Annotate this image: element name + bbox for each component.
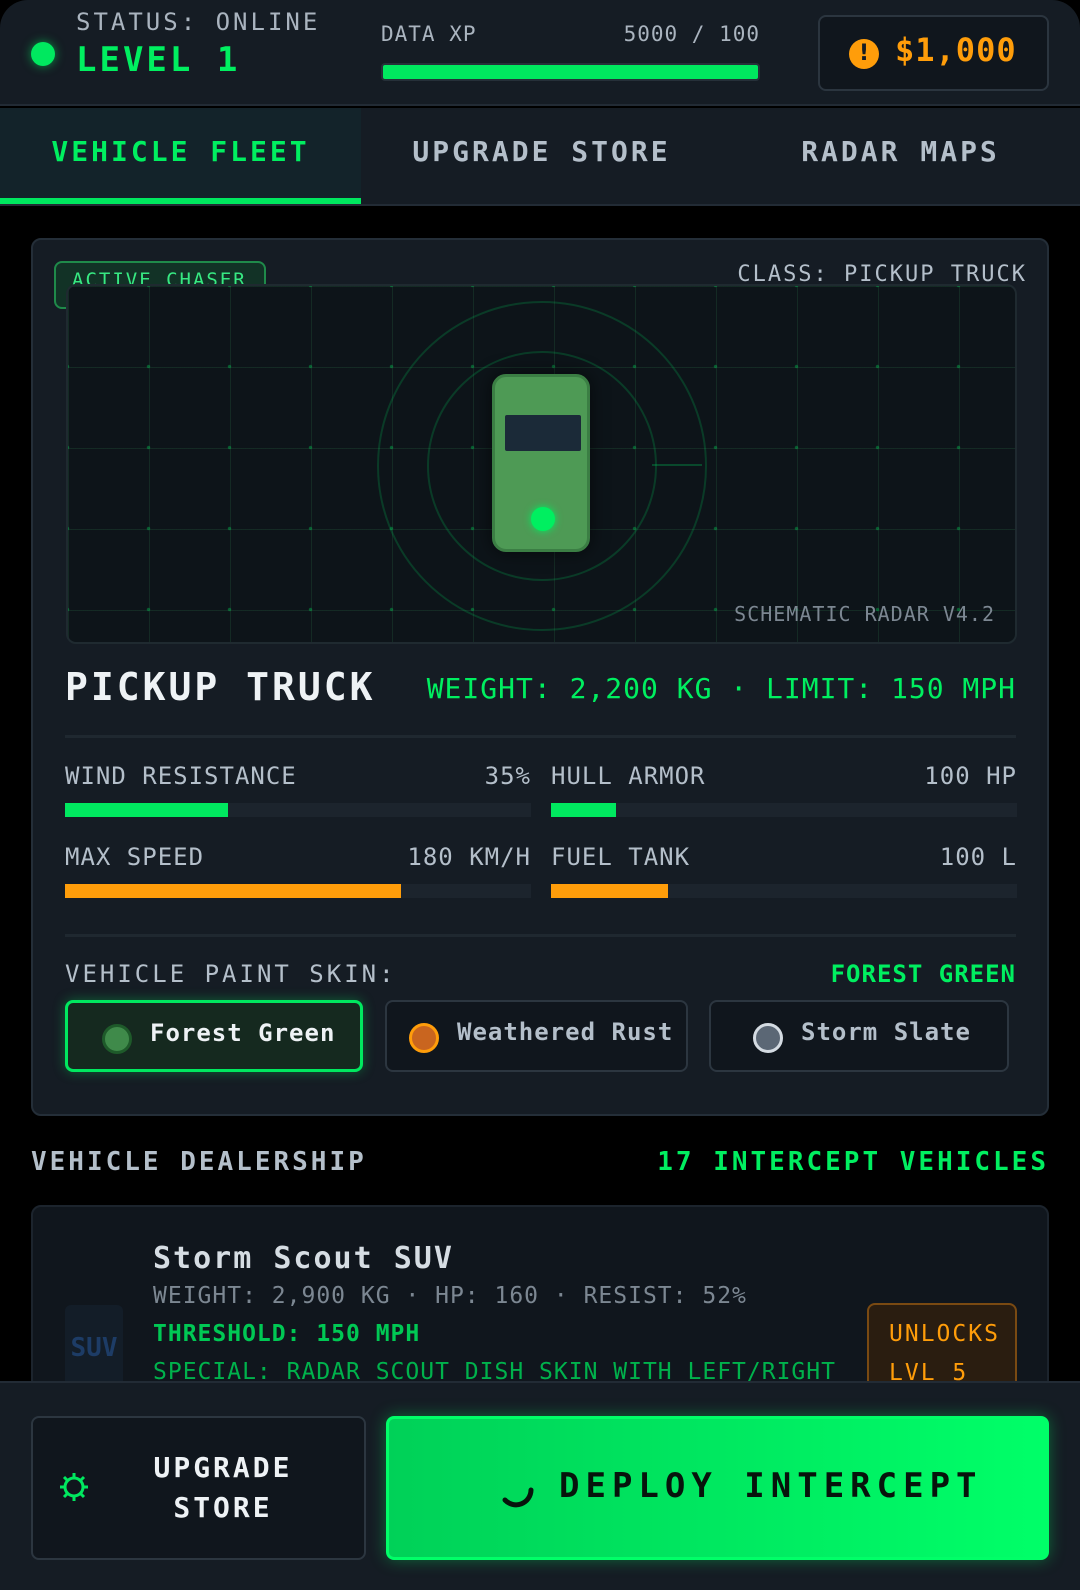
dealership-list-item[interactable]: SUV Storm Scout SUV WEIGHT: 2,900 KG · H… bbox=[31, 1205, 1049, 1405]
divider bbox=[65, 934, 1016, 937]
radar-caption: SCHEMATIC RADAR V4.2 bbox=[734, 602, 995, 626]
tab-upgrade-store[interactable]: UPGRADE STORE bbox=[361, 108, 722, 204]
storm-slate-swatch-icon bbox=[753, 1023, 783, 1053]
dealership-count: 17 INTERCEPT VEHICLES bbox=[657, 1147, 1049, 1177]
stat-bar bbox=[551, 884, 1017, 898]
online-status-icon bbox=[31, 42, 55, 66]
skin-name: Weathered Rust bbox=[457, 1018, 674, 1046]
stat-value: 180 KM/H bbox=[407, 843, 531, 871]
alert-coin-icon: ! bbox=[849, 39, 879, 69]
stat-value: 35% bbox=[484, 762, 531, 790]
loading-spinner-icon bbox=[502, 1487, 534, 1508]
stat-label: HULL ARMOR bbox=[551, 762, 706, 790]
stat-bar bbox=[551, 803, 1017, 817]
skin-name: Forest Green bbox=[150, 1019, 336, 1047]
skin-name: Storm Slate bbox=[801, 1018, 971, 1046]
skin-option-weathered-rust[interactable]: Weathered Rust bbox=[385, 1000, 688, 1072]
cash-amount: $1,000 bbox=[895, 31, 1017, 69]
stat-bar bbox=[65, 803, 531, 817]
status-text: STATUS: ONLINE bbox=[76, 8, 321, 36]
stat-value: 100 L bbox=[939, 843, 1017, 871]
dealer-vehicle-threshold: THRESHOLD: 150 MPH bbox=[153, 1321, 421, 1347]
paint-skin-label: VEHICLE PAINT SKIN: bbox=[65, 960, 397, 988]
store-label-line: STORE bbox=[173, 1491, 273, 1524]
stat-bar-fill bbox=[65, 884, 401, 898]
tab-radar-maps[interactable]: RADAR MAPS bbox=[720, 108, 1080, 204]
xp-label: DATA XP bbox=[381, 22, 477, 46]
store-label-line: UPGRADE bbox=[153, 1451, 293, 1484]
skin-option-storm-slate[interactable]: Storm Slate bbox=[709, 1000, 1009, 1072]
divider bbox=[65, 735, 1016, 738]
unlock-text: UNLOCKS bbox=[889, 1321, 1000, 1347]
skin-option-forest-green[interactable]: Forest Green bbox=[65, 1000, 363, 1072]
forest-green-swatch-icon bbox=[102, 1024, 132, 1054]
xp-progress-fill bbox=[383, 65, 758, 79]
radar-sweep-line bbox=[652, 464, 702, 466]
vehicle-name: PICKUP TRUCK bbox=[65, 665, 376, 709]
stat-label: WIND RESISTANCE bbox=[65, 762, 297, 790]
tab-vehicle-fleet[interactable]: VEHICLE FLEET bbox=[0, 108, 361, 204]
upgrade-store-label: UPGRADE STORE bbox=[123, 1448, 323, 1528]
upgrade-store-button[interactable]: UPGRADE STORE bbox=[31, 1416, 366, 1560]
xp-progress-bar bbox=[381, 63, 760, 81]
stat-label: FUEL TANK bbox=[551, 843, 691, 871]
dealership-title: VEHICLE DEALERSHIP bbox=[31, 1147, 367, 1177]
stat-bar bbox=[65, 884, 531, 898]
xp-value: 5000 / 100 bbox=[623, 22, 760, 46]
gear-icon bbox=[60, 1473, 88, 1501]
vehicle-specs: WEIGHT: 2,200 KG · LIMIT: 150 MPH bbox=[426, 672, 1016, 705]
dealer-vehicle-name: Storm Scout SUV bbox=[153, 1241, 454, 1276]
bottom-action-bar: UPGRADE STORE DEPLOY INTERCEPT bbox=[0, 1381, 1080, 1590]
main-tabs: VEHICLE FLEET UPGRADE STORE RADAR MAPS bbox=[0, 108, 1080, 206]
active-vehicle-card: ACTIVE CHASER CLASS: PICKUP TRUCK SCHEMA… bbox=[31, 238, 1049, 1116]
level-text: LEVEL 1 bbox=[76, 40, 241, 80]
deploy-intercept-label: DEPLOY INTERCEPT bbox=[559, 1466, 983, 1506]
truck-schematic-icon bbox=[492, 374, 590, 552]
truck-window bbox=[505, 415, 581, 451]
schematic-radar: SCHEMATIC RADAR V4.2 bbox=[66, 284, 1017, 644]
cash-display[interactable]: ! $1,000 bbox=[818, 15, 1049, 91]
truck-beacon bbox=[531, 507, 555, 531]
status-bar: STATUS: ONLINE LEVEL 1 DATA XP 5000 / 10… bbox=[0, 0, 1080, 106]
stat-bar-fill bbox=[551, 803, 617, 817]
deploy-intercept-button[interactable]: DEPLOY INTERCEPT bbox=[386, 1416, 1049, 1560]
stat-label: MAX SPEED bbox=[65, 843, 205, 871]
stat-value: 100 HP bbox=[924, 762, 1017, 790]
paint-skin-selected: FOREST GREEN bbox=[830, 960, 1016, 988]
stat-bar-fill bbox=[65, 803, 229, 817]
dealer-vehicle-meta: WEIGHT: 2,900 KG · HP: 160 · RESIST: 52% bbox=[153, 1283, 747, 1309]
weathered-rust-swatch-icon bbox=[409, 1023, 439, 1053]
stat-bar-fill bbox=[551, 884, 668, 898]
